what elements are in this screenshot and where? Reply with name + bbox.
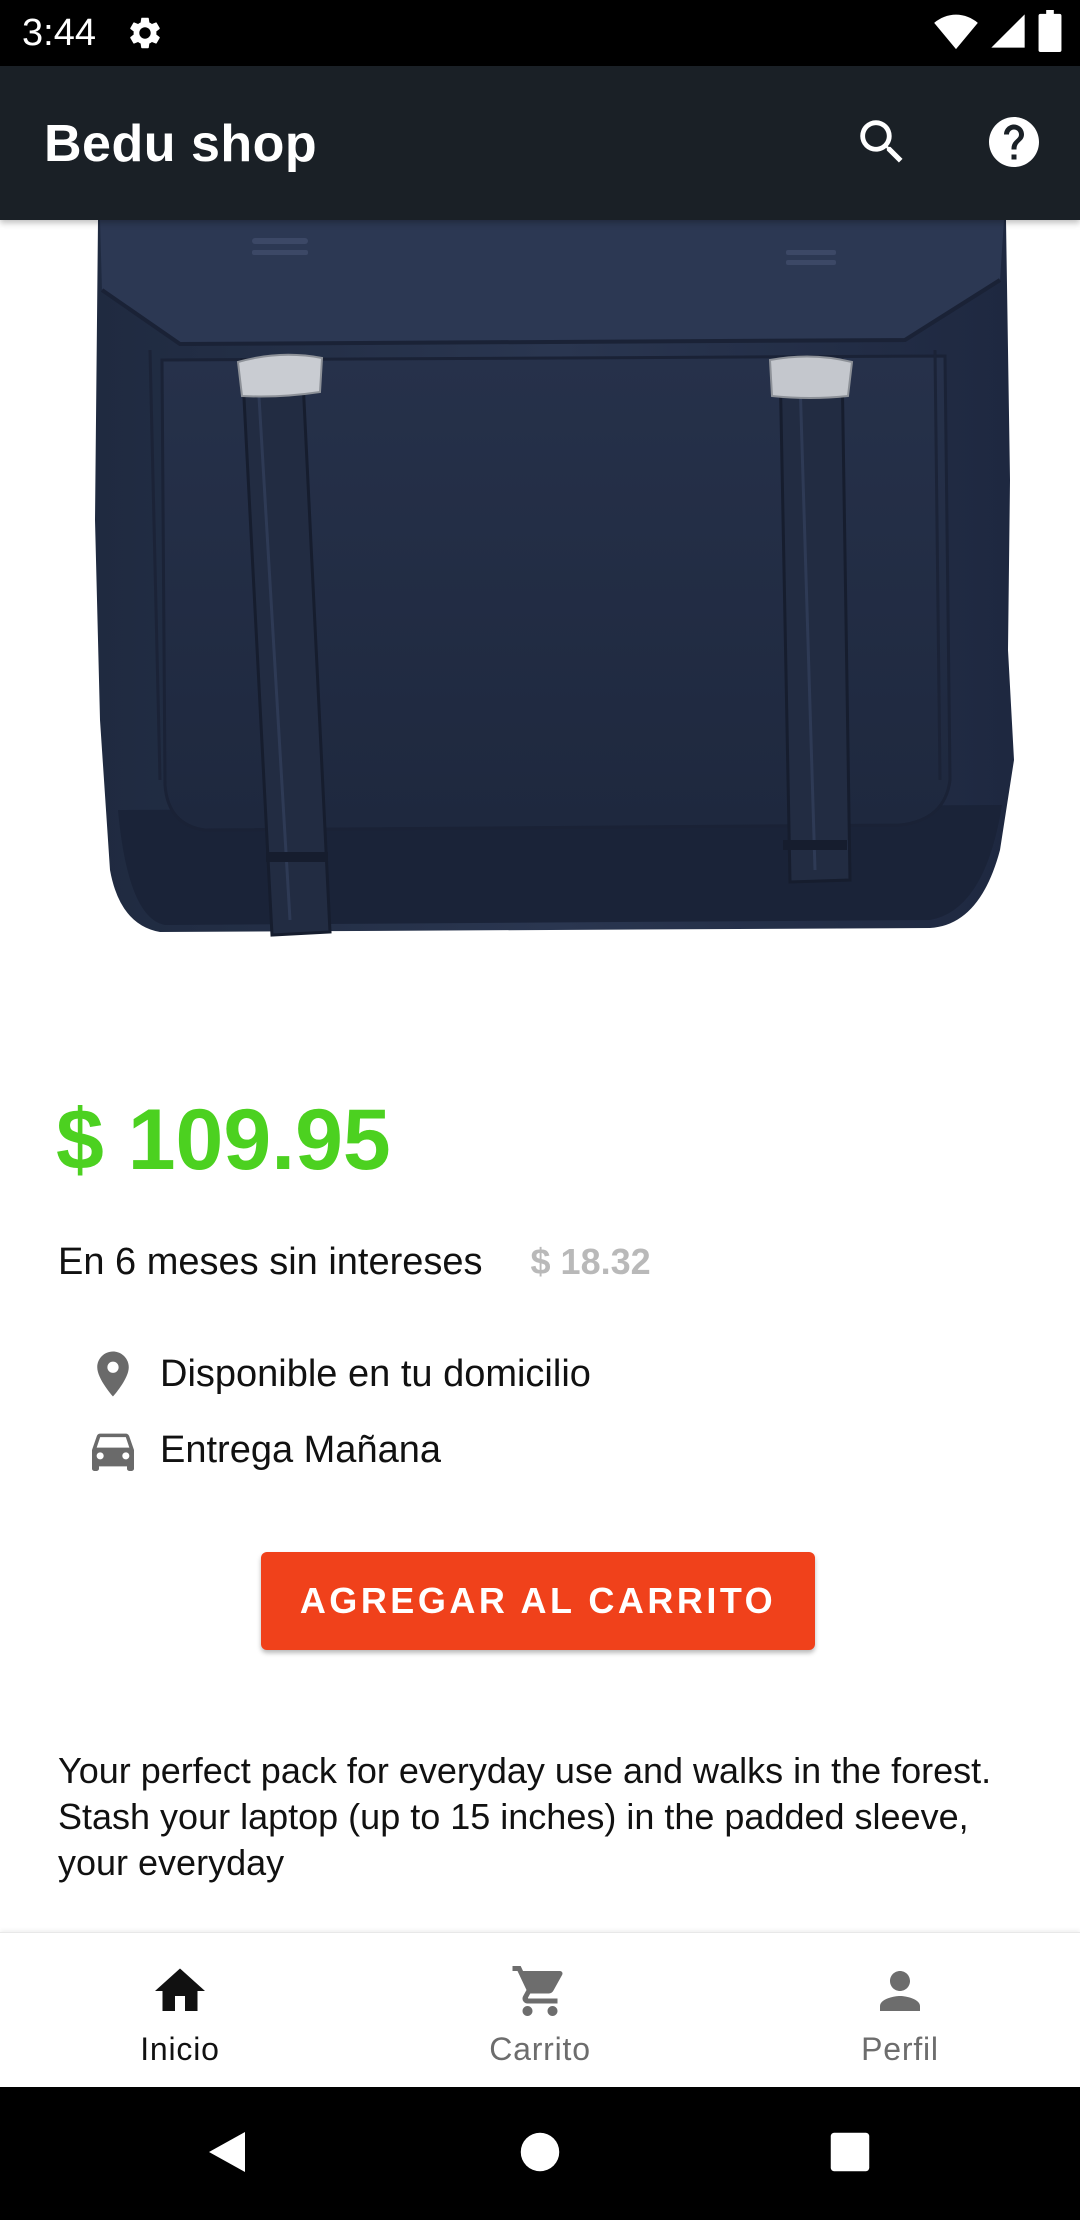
home-circle-icon [519,2131,561,2178]
location-pin-icon [84,1345,142,1403]
person-icon [868,1959,932,2023]
installments-label: En 6 meses sin intereses [58,1240,483,1283]
system-navigation-bar [0,2087,1080,2220]
settings-gear-icon [126,14,164,52]
bottom-navigation: Inicio Carrito Perfil [0,1932,1080,2088]
signal-icon [988,11,1028,56]
status-indicators [934,9,1062,57]
installments-amount: $ 18.32 [530,1241,651,1282]
availability-text: Disponible en tu domicilio [160,1352,591,1395]
backpack-illustration [95,220,1014,937]
product-detail-screen: 3:44 Bedu shop $ 109.95 En 6 meses sin i… [0,0,1080,2220]
nav-item-carrito[interactable]: Carrito [360,1933,720,2088]
car-icon [84,1421,142,1479]
nav-item-inicio[interactable]: Inicio [0,1933,360,2088]
status-time: 3:44 [22,12,96,54]
recents-button[interactable] [823,2127,877,2181]
search-button[interactable] [848,110,916,178]
product-description: Your perfect pack for everyday use and w… [58,1750,992,1883]
home-icon [148,1959,212,2023]
help-icon [984,112,1044,177]
installments-row: En 6 meses sin intereses $ 18.32 [58,1236,651,1288]
nav-label-perfil: Perfil [861,2031,939,2067]
nav-label-carrito: Carrito [489,2031,591,2067]
back-icon [205,2128,249,2181]
back-button[interactable] [200,2127,254,2181]
delivery-row: Entrega Mañana [84,1420,441,1480]
product-price: $ 109.95 [56,1092,391,1188]
search-icon [853,113,911,176]
nav-item-perfil[interactable]: Perfil [720,1933,1080,2088]
battery-icon [1038,9,1062,57]
add-to-cart-button[interactable]: AGREGAR AL CARRITO [261,1552,815,1650]
wifi-icon [934,11,978,56]
home-button[interactable] [513,2127,567,2181]
delivery-text: Entrega Mañana [160,1428,441,1471]
help-button[interactable] [980,110,1048,178]
status-bar: 3:44 [0,0,1080,66]
app-title: Bedu shop [44,115,318,173]
app-bar: Bedu shop [0,66,1080,220]
product-image [0,220,1080,960]
nav-label-inicio: Inicio [140,2031,220,2067]
cart-icon [508,1959,572,2023]
recents-icon [829,2131,871,2178]
availability-row: Disponible en tu domicilio [84,1344,591,1404]
